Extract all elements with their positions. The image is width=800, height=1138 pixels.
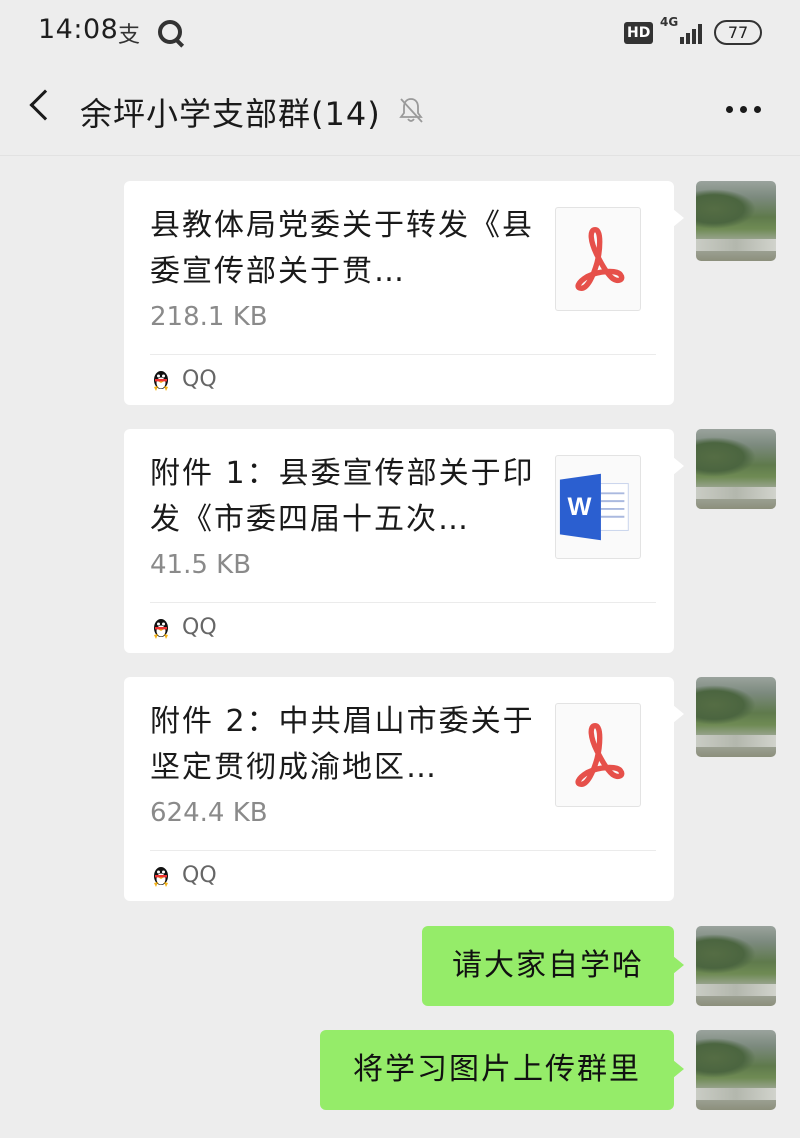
chat-title: 余坪小学支部群(14)	[80, 95, 381, 133]
file-message-card[interactable]: 附件 1：县委宣传部关于印发《市委四届十五次… 41.5 KB W QQ	[124, 429, 684, 653]
qq-penguin-icon	[154, 867, 168, 887]
file-message-card[interactable]: 附件 2：中共眉山市委关于坚定贯彻成渝地区… 624.4 KB QQ	[124, 677, 684, 901]
qq-browser-icon	[158, 20, 182, 44]
card-divider	[150, 850, 656, 851]
file-title: 附件 1：县委宣传部关于印发《市委四届十五次…	[150, 456, 535, 537]
file-title: 县教体局党委关于转发《县委宣传部关于贯…	[150, 208, 534, 289]
pdf-icon	[555, 703, 641, 807]
more-icon[interactable]	[722, 106, 764, 116]
avatar[interactable]	[696, 677, 776, 757]
back-arrow-icon[interactable]	[29, 89, 61, 121]
svg-text:W: W	[567, 493, 591, 521]
source-label: QQ	[182, 367, 217, 392]
signal-icon	[672, 20, 704, 44]
avatar[interactable]	[696, 429, 776, 509]
file-size: 624.4 KB	[150, 798, 268, 828]
file-size: 41.5 KB	[150, 550, 252, 580]
battery-indicator: 77	[714, 20, 762, 45]
avatar[interactable]	[696, 181, 776, 261]
file-message-card[interactable]: 县教体局党委关于转发《县委宣传部关于贯… 218.1 KB QQ	[124, 181, 684, 405]
chat-header: 余坪小学支部群(14)	[0, 64, 800, 156]
avatar[interactable]	[696, 926, 776, 1006]
bell-off-icon	[399, 98, 423, 123]
card-divider	[150, 602, 656, 603]
word-icon: W	[555, 455, 641, 559]
text-message-bubble[interactable]: 将学习图片上传群里	[320, 1030, 684, 1110]
card-divider	[150, 354, 656, 355]
qq-penguin-icon	[154, 619, 168, 639]
text-message-bubble[interactable]: 请大家自学哈	[422, 926, 684, 1006]
status-time: 14:08	[38, 14, 119, 45]
avatar[interactable]	[696, 1030, 776, 1110]
pdf-icon	[555, 207, 641, 311]
qq-penguin-icon	[154, 371, 168, 391]
file-title: 附件 2：中共眉山市委关于坚定贯彻成渝地区…	[150, 704, 535, 785]
alipay-icon: 支	[118, 23, 141, 48]
status-bar: 14:08 支 HD 4G 77	[0, 0, 800, 64]
source-label: QQ	[182, 615, 217, 640]
hd-badge: HD	[624, 22, 654, 44]
file-size: 218.1 KB	[150, 302, 268, 332]
source-label: QQ	[182, 863, 217, 888]
